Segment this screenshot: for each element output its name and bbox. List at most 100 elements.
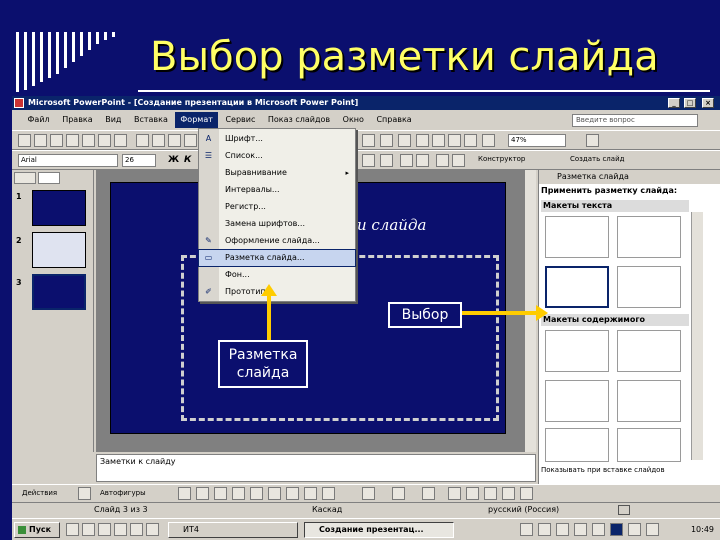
close-button[interactable]: ×	[702, 98, 714, 108]
picture-icon[interactable]	[322, 487, 335, 500]
quicklaunch-icon[interactable]	[130, 523, 143, 536]
font-color-icon[interactable]	[436, 154, 449, 167]
menu-item-font[interactable]: A Шрифт...	[199, 131, 355, 147]
tray-icon[interactable]	[520, 523, 533, 536]
text-color-icon[interactable]	[422, 487, 435, 500]
tab-slides[interactable]	[38, 172, 60, 184]
menu-help[interactable]: Справка	[371, 112, 416, 128]
arrow-icon[interactable]	[196, 487, 209, 500]
color-icon[interactable]	[416, 134, 429, 147]
quicklaunch-icon[interactable]	[146, 523, 159, 536]
menu-format[interactable]: Формат	[175, 112, 218, 128]
tray-icon[interactable]	[556, 523, 569, 536]
layout-title-only[interactable]	[617, 216, 681, 258]
maximize-button[interactable]: □	[684, 98, 696, 108]
tray-icon[interactable]	[592, 523, 605, 536]
show-on-insert-checkbox[interactable]: Показывать при вставке слайдов	[541, 466, 665, 474]
3d-icon[interactable]	[520, 487, 533, 500]
minimize-button[interactable]: _	[668, 98, 680, 108]
slide-thumbnail-selected[interactable]	[32, 274, 86, 310]
menu-view[interactable]: Вид	[100, 112, 126, 128]
oval-icon[interactable]	[232, 487, 245, 500]
layout-blank[interactable]	[545, 330, 609, 372]
textbox-icon[interactable]	[250, 487, 263, 500]
designer-button[interactable]: Конструктор	[478, 155, 525, 163]
slide-thumbnail[interactable]	[32, 190, 86, 226]
expand-icon[interactable]	[432, 134, 445, 147]
format-painter-icon[interactable]	[184, 134, 197, 147]
volume-icon[interactable]	[646, 523, 659, 536]
menu-window[interactable]: Окно	[338, 112, 369, 128]
copy-icon[interactable]	[152, 134, 165, 147]
layout-title[interactable]	[545, 216, 609, 258]
slide-thumbnail[interactable]	[32, 232, 86, 268]
show-formatting-icon[interactable]	[448, 134, 461, 147]
dropdown-icon[interactable]	[452, 154, 465, 167]
menu-slideshow[interactable]: Показ слайдов	[263, 112, 335, 128]
start-button[interactable]: Пуск	[14, 522, 60, 538]
shrink-font-icon[interactable]	[380, 154, 393, 167]
tray-icon[interactable]	[628, 523, 641, 536]
new-icon[interactable]	[18, 134, 31, 147]
help-search-input[interactable]: Введите вопрос	[572, 114, 698, 127]
print-icon[interactable]	[82, 134, 95, 147]
layout-title-content[interactable]	[545, 380, 609, 422]
bold-button[interactable]: Ж	[168, 155, 179, 165]
layout-two-content[interactable]	[617, 380, 681, 422]
line-color-icon[interactable]	[392, 487, 405, 500]
menu-insert[interactable]: Вставка	[129, 112, 173, 128]
decrease-indent-icon[interactable]	[400, 154, 413, 167]
fill-color-icon[interactable]	[362, 487, 375, 500]
quicklaunch-icon[interactable]	[114, 523, 127, 536]
wordart-icon[interactable]	[268, 487, 281, 500]
rectangle-icon[interactable]	[214, 487, 227, 500]
tray-icon[interactable]	[574, 523, 587, 536]
taskbar-folder-button[interactable]: ИТ4	[168, 522, 298, 538]
task-pane-scrollbar[interactable]	[691, 212, 703, 460]
menu-tools[interactable]: Сервис	[220, 112, 260, 128]
clipart-icon[interactable]	[304, 487, 317, 500]
table-icon[interactable]	[362, 134, 375, 147]
help-icon[interactable]	[586, 134, 599, 147]
layout-text-content[interactable]	[617, 428, 681, 462]
menu-item-case[interactable]: Регистр...	[199, 199, 355, 215]
shadow-icon[interactable]	[502, 487, 515, 500]
menu-file[interactable]: Файл	[23, 112, 55, 128]
language-indicator-icon[interactable]	[610, 523, 623, 536]
notes-field[interactable]: Заметки к слайду	[96, 454, 536, 482]
menu-item-slide-layout[interactable]: ▭ Разметка слайда...	[198, 249, 356, 267]
menu-item-replace-fonts[interactable]: Замена шрифтов...	[199, 216, 355, 232]
actions-menu[interactable]: Действия	[22, 489, 57, 497]
preview-icon[interactable]	[98, 134, 111, 147]
menu-item-list[interactable]: ☰ Список...	[199, 148, 355, 164]
layout-two-columns[interactable]	[617, 266, 681, 308]
new-slide-button[interactable]: Создать слайд	[570, 155, 624, 163]
menu-edit[interactable]: Правка	[57, 112, 97, 128]
palette-icon[interactable]	[464, 134, 477, 147]
font-name-field[interactable]: Arial	[18, 154, 118, 167]
increase-indent-icon[interactable]	[416, 154, 429, 167]
quicklaunch-icon[interactable]	[98, 523, 111, 536]
email-icon[interactable]	[66, 134, 79, 147]
tray-icon[interactable]	[538, 523, 551, 536]
menu-item-slide-design[interactable]: ✎ Оформление слайда...	[199, 233, 355, 249]
save-icon[interactable]	[50, 134, 63, 147]
font-size-field[interactable]: 26	[122, 154, 156, 167]
menu-item-alignment[interactable]: Выравнивание ▸	[199, 165, 355, 181]
spellcheck-icon[interactable]	[618, 505, 630, 515]
arrow-style-icon[interactable]	[484, 487, 497, 500]
dash-style-icon[interactable]	[466, 487, 479, 500]
menu-item-spacing[interactable]: Интервалы...	[199, 182, 355, 198]
spelling-icon[interactable]	[114, 134, 127, 147]
chart-icon[interactable]	[380, 134, 393, 147]
italic-button[interactable]: К	[184, 155, 191, 165]
open-icon[interactable]	[34, 134, 47, 147]
cut-icon[interactable]	[136, 134, 149, 147]
grid-icon[interactable]	[398, 134, 411, 147]
quicklaunch-icon[interactable]	[66, 523, 79, 536]
zoom-field[interactable]: 47%	[508, 134, 566, 147]
layout-content[interactable]	[617, 330, 681, 372]
pointer-icon[interactable]	[78, 487, 91, 500]
tab-outline[interactable]	[14, 172, 36, 184]
taskbar-powerpoint-button[interactable]: Создание презентац...	[304, 522, 454, 538]
